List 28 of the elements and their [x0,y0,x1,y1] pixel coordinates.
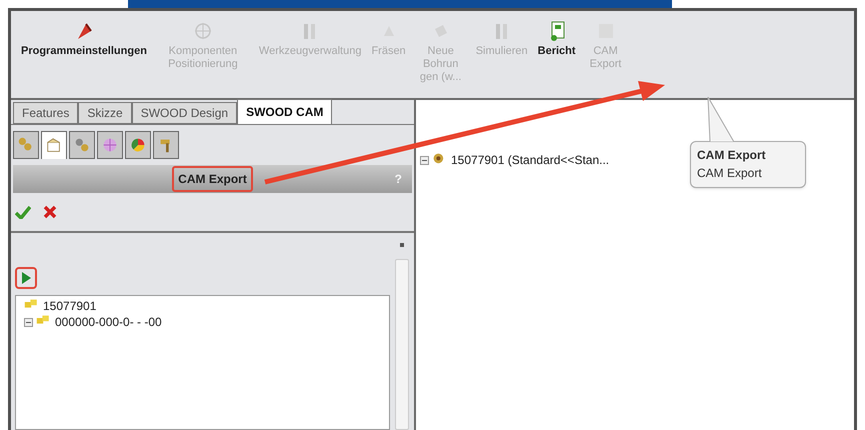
toolbar-button[interactable]: Bericht [538,21,576,58]
panel-tab[interactable]: SWOOD Design [132,102,238,124]
tree-item[interactable]: 000000-000-0- - -00 [55,313,162,331]
tree-item[interactable]: 15077901 (Standard<<Stan... [451,151,610,169]
expand-button[interactable] [420,156,429,164]
icon-tab[interactable] [69,131,95,159]
icon-tab[interactable] [13,131,39,159]
toolbar-button[interactable]: Programmeinstellungen [21,21,147,58]
panel-title: CAM Export [172,166,253,192]
panel-tab[interactable]: SWOOD CAM [237,99,332,124]
play-icon [21,272,31,284]
icon-tab[interactable] [125,131,151,159]
crosshair-icon [192,21,213,41]
icon-tab[interactable] [41,131,67,159]
pie-chart-icon [129,136,147,154]
box-icon [45,136,63,154]
icon-tab[interactable] [97,131,123,159]
expand-button[interactable] [24,318,33,326]
checkmark-icon[interactable] [15,205,31,219]
icon-tab[interactable] [153,131,179,159]
tooltip-title: CAM Export [697,147,767,164]
tree-item[interactable]: 15077901 [43,297,96,315]
target-icon [101,136,119,154]
run-button[interactable] [15,267,37,289]
tooltip-text: CAM Export [697,165,763,182]
panel-tab[interactable]: Features [13,102,78,124]
close-icon[interactable] [43,205,57,219]
panel-tab[interactable]: Skizze [78,102,132,124]
